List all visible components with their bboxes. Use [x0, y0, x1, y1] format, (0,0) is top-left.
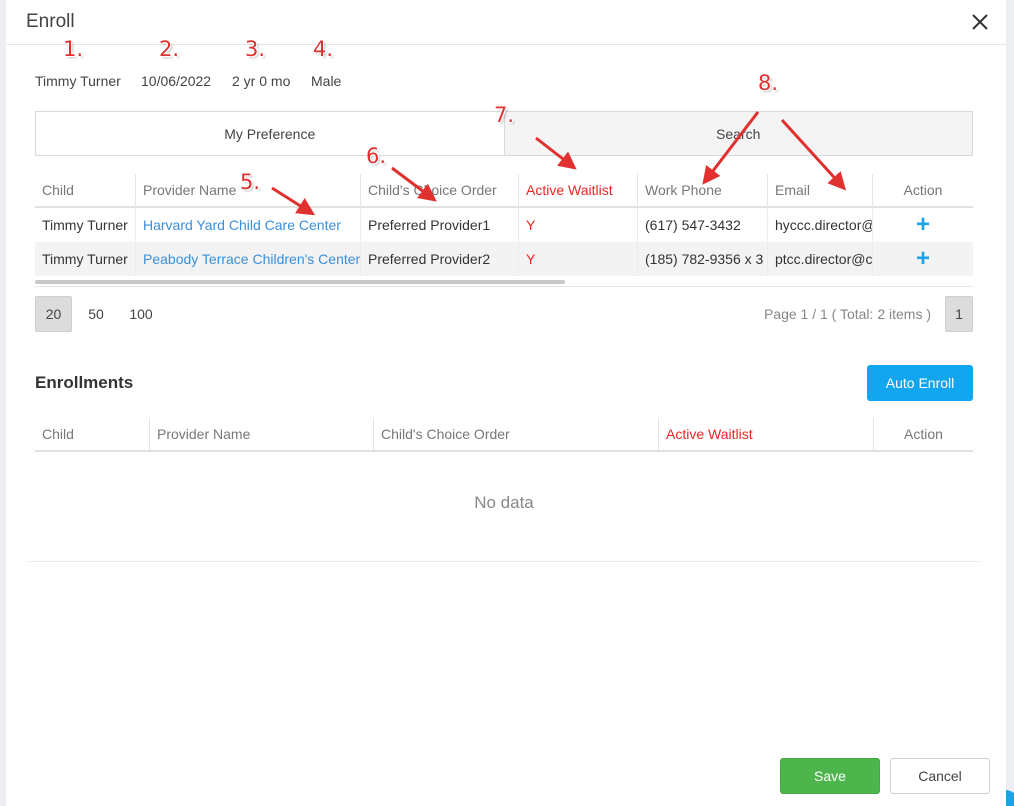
enrollments-table: Child Provider Name Child's Choice Order…: [35, 418, 973, 452]
cancel-button[interactable]: Cancel: [890, 758, 990, 794]
annotation-6: 6.: [366, 144, 387, 168]
cell-active-waitlist: Y: [519, 242, 638, 276]
child-age: 2 yr 0 mo: [232, 73, 291, 89]
annotation-5: 5.: [240, 170, 261, 194]
cell-email: hyccc.director@: [768, 208, 873, 242]
cell-active-waitlist: Y: [519, 208, 638, 242]
tab-my-preference[interactable]: My Preference: [36, 112, 504, 155]
header-child: Child: [35, 418, 150, 450]
cell-child: Timmy Turner: [35, 208, 136, 242]
header-action: Action: [904, 426, 943, 442]
divider: [35, 286, 973, 287]
page-info: Page 1 / 1 ( Total: 2 items ): [763, 306, 931, 322]
annotation-2: 2.: [159, 37, 180, 61]
page-size-20[interactable]: 20: [35, 296, 72, 332]
header-email: Email: [768, 174, 873, 206]
table-header-row: Child Provider Name Child's Choice Order…: [35, 418, 973, 452]
add-button[interactable]: +: [873, 242, 973, 276]
annotation-8: 8.: [758, 71, 779, 95]
auto-enroll-button[interactable]: Auto Enroll: [867, 365, 973, 401]
child-name: Timmy Turner: [35, 73, 121, 89]
plus-icon[interactable]: +: [916, 247, 930, 271]
header-active-waitlist: Active Waitlist: [519, 174, 638, 206]
header-choice-order: Child's Choice Order: [361, 174, 519, 206]
modal-title: Enroll: [26, 11, 75, 32]
cell-work-phone: (185) 782-9356 x 3: [638, 242, 768, 276]
provider-link[interactable]: Harvard Yard Child Care Center: [136, 208, 361, 242]
enrollments-title: Enrollments: [35, 373, 134, 392]
table-header-row: Child Provider Name Child's Choice Order…: [35, 174, 973, 208]
cell-email: ptcc.director@c: [768, 242, 873, 276]
cell-child: Timmy Turner: [35, 242, 136, 276]
header-active-waitlist: Active Waitlist: [659, 418, 874, 450]
pager: 20 50 100 Page 1 / 1 ( Total: 2 items ) …: [35, 296, 973, 332]
no-data-message: No data: [474, 493, 534, 512]
page-button-1[interactable]: 1: [945, 296, 973, 332]
preference-table: Child Provider Name Child's Choice Order…: [35, 174, 973, 276]
child-dob: 10/06/2022: [141, 73, 212, 89]
background-right-edge: [1006, 0, 1014, 806]
header-action: Action: [903, 182, 943, 198]
annotation-3: 3.: [245, 37, 266, 61]
divider: [28, 561, 980, 562]
header-work-phone: Work Phone: [638, 174, 768, 206]
modal-header: Enroll: [6, 0, 1006, 45]
header-provider-name: Provider Name: [150, 418, 374, 450]
plus-icon[interactable]: +: [916, 213, 930, 237]
table-row: Timmy Turner Peabody Terrace Children's …: [35, 242, 973, 276]
header-child: Child: [35, 174, 136, 206]
cell-choice-order: Preferred Provider1: [361, 208, 519, 242]
annotation-7: 7.: [494, 103, 515, 127]
tab-search[interactable]: Search: [503, 112, 972, 155]
horizontal-scrollbar[interactable]: [35, 280, 565, 284]
cell-choice-order: Preferred Provider2: [361, 242, 519, 276]
page-size-100[interactable]: 100: [121, 296, 161, 332]
provider-link[interactable]: Peabody Terrace Children's Center: [136, 242, 361, 276]
header-choice-order: Child's Choice Order: [374, 418, 659, 450]
page-size-50[interactable]: 50: [78, 296, 114, 332]
annotation-4: 4.: [313, 37, 334, 61]
close-icon[interactable]: [968, 10, 992, 34]
save-button[interactable]: Save: [780, 758, 880, 794]
annotation-1: 1.: [63, 37, 84, 61]
cell-work-phone: (617) 547-3432: [638, 208, 768, 242]
add-button[interactable]: +: [873, 208, 973, 242]
table-row: Timmy Turner Harvard Yard Child Care Cen…: [35, 208, 973, 242]
child-gender: Male: [311, 73, 342, 89]
